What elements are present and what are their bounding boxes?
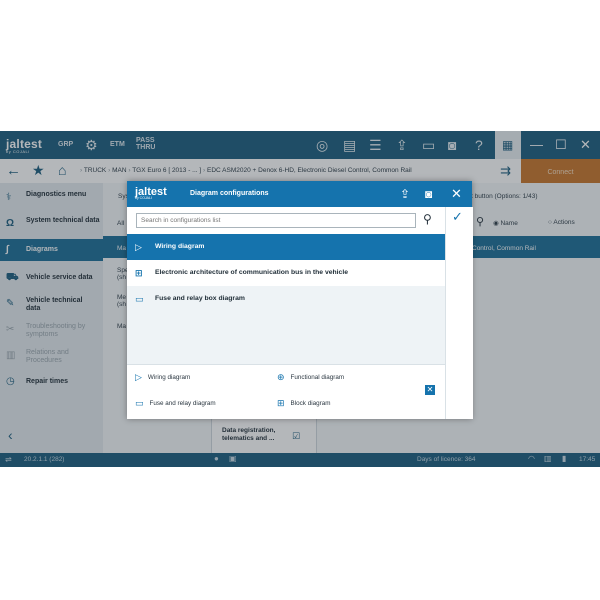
dialog-close-icon[interactable]: ✕ — [451, 186, 462, 202]
dialog-remote-icon[interactable]: ⇪ — [400, 188, 410, 200]
list-item-communication-bus[interactable]: ⊞ Electronic architecture of communicati… — [127, 260, 445, 286]
legend: ▷ Wiring diagram ⊕ Functional diagram ▭ Fus… — [127, 364, 445, 420]
list-item-fuse-relay-box[interactable]: ▭ Fuse and relay box diagram — [127, 286, 445, 312]
wiring-diagram-icon: ▷ — [135, 242, 142, 252]
legend-close-icon[interactable]: ✕ — [425, 385, 435, 395]
legend-label: Fuse and relay diagram — [149, 400, 216, 408]
dialog-logo: jaltest by COJALI — [135, 186, 167, 200]
legend-label: Wiring diagram — [147, 374, 191, 382]
list-item-wiring-diagram[interactable]: ▷ Wiring diagram — [127, 234, 445, 260]
search-icon[interactable]: ⚲ — [423, 212, 432, 226]
legend-item: ⊞ Block diagram — [277, 398, 330, 409]
confirm-column — [445, 207, 473, 419]
block-diagram-icon: ⊞ — [135, 268, 143, 278]
wiring-diagram-icon: ▷ — [135, 372, 142, 382]
fuse-relay-icon: ▭ — [135, 294, 144, 304]
legend-label: Block diagram — [290, 400, 331, 408]
diagram-configurations-dialog: jaltest by COJALI Diagram configurations… — [127, 181, 473, 420]
legend-label: Functional diagram — [290, 374, 345, 382]
list-empty-area — [127, 312, 445, 364]
search-input[interactable] — [136, 213, 416, 228]
dialog-header: jaltest by COJALI Diagram configurations… — [127, 181, 472, 207]
fuse-relay-icon: ▭ — [135, 398, 144, 408]
legend-item: ▷ Wiring diagram — [135, 372, 190, 383]
list-item-label: Fuse and relay box diagram — [155, 295, 245, 302]
legend-item: ⊕ Functional diagram — [277, 372, 344, 383]
confirm-check-icon[interactable]: ✓ — [452, 209, 463, 225]
list-item-label: Electronic architecture of communication… — [155, 269, 349, 276]
app-window: jaltest by COJALI GRP ⚙ ETM PASS THRU ◎ … — [0, 131, 600, 467]
dialog-title: Diagram configurations — [190, 190, 269, 197]
list-item-label: Wiring diagram — [155, 243, 205, 250]
legend-item: ▭ Fuse and relay diagram — [135, 398, 216, 409]
block-diagram-icon: ⊞ — [277, 398, 285, 408]
functional-diagram-icon: ⊕ — [277, 372, 285, 382]
dialog-camera-icon[interactable]: ◙ — [425, 188, 432, 200]
